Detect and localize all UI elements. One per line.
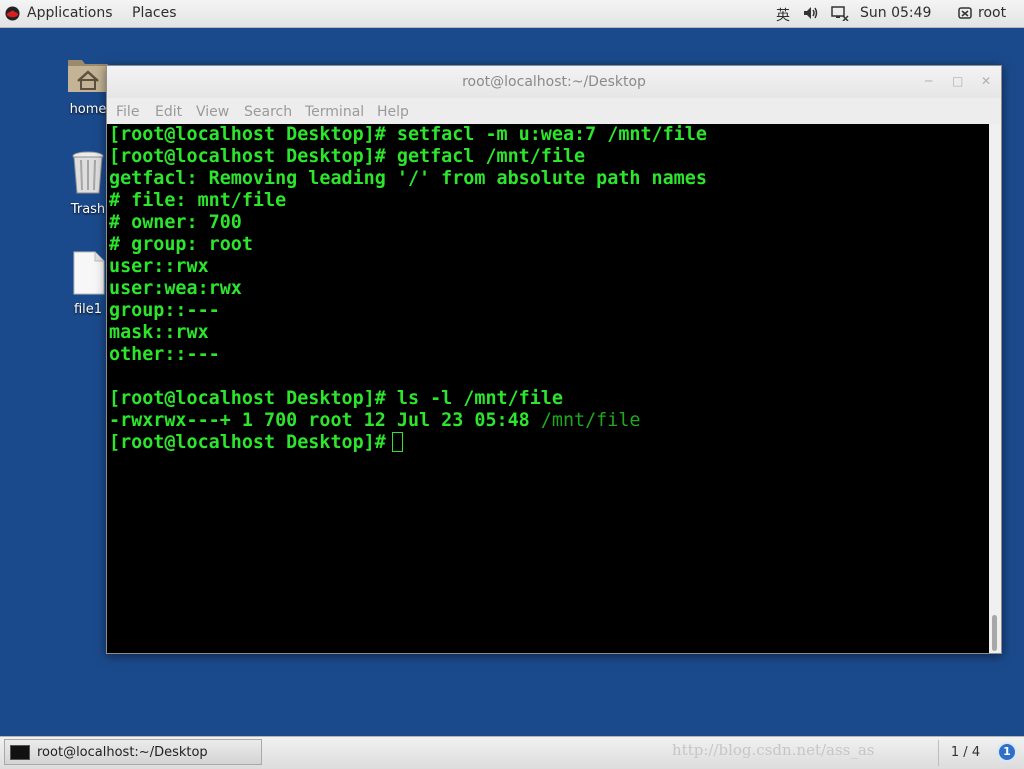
maximize-icon[interactable]: □ bbox=[952, 74, 963, 88]
terminal-line-ls: -rwxrwx---+ 1 700 root 12 Jul 23 05:48 /… bbox=[109, 410, 640, 432]
window-title: root@localhost:~/Desktop bbox=[462, 74, 646, 90]
terminal-line: [root@localhost Desktop]# setfacl -m u:w… bbox=[109, 124, 707, 145]
terminal-scrollbar[interactable] bbox=[989, 124, 1001, 653]
terminal-line: # group: root bbox=[109, 234, 253, 255]
minimize-icon[interactable]: ─ bbox=[925, 74, 932, 88]
top-panel: Applications Places 英 Sun 05:49 root bbox=[0, 0, 1024, 28]
menu-help[interactable]: Help bbox=[377, 104, 409, 120]
terminal-line: # owner: 700 bbox=[109, 212, 242, 233]
menu-view[interactable]: View bbox=[196, 104, 229, 120]
terminal-line: mask::rwx bbox=[109, 322, 209, 343]
watermark: http://blog.csdn.net/ass_as bbox=[672, 741, 875, 759]
terminal-window: root@localhost:~/Desktop ─ □ ✕ File Edit… bbox=[106, 65, 1002, 654]
workspace-switcher[interactable]: 1 / 4 bbox=[938, 740, 992, 766]
taskbar-window-label: root@localhost:~/Desktop bbox=[37, 745, 208, 760]
redhat-logo-icon bbox=[5, 6, 20, 21]
scrollbar-thumb[interactable] bbox=[992, 615, 997, 651]
clock[interactable]: Sun 05:49 bbox=[860, 5, 931, 21]
bottom-panel: root@localhost:~/Desktop http://blog.csd… bbox=[0, 736, 1024, 769]
terminal-prompt: [root@localhost Desktop]# bbox=[109, 432, 386, 453]
applications-menu[interactable]: Applications bbox=[27, 5, 113, 21]
terminal-line: user:wea:rwx bbox=[109, 278, 242, 299]
menu-search[interactable]: Search bbox=[244, 104, 292, 120]
terminal-line: [root@localhost Desktop]# ls -l /mnt/fil… bbox=[109, 388, 563, 409]
input-method-indicator[interactable]: 英 bbox=[776, 5, 790, 25]
menu-edit[interactable]: Edit bbox=[155, 104, 182, 120]
trash-icon bbox=[72, 151, 104, 194]
ls-line-path: /mnt/file bbox=[540, 410, 641, 431]
user-menu-icon[interactable] bbox=[958, 7, 972, 19]
close-icon[interactable]: ✕ bbox=[981, 74, 991, 88]
terminal-line: # file: mnt/file bbox=[109, 190, 287, 211]
network-icon[interactable] bbox=[831, 6, 849, 21]
menu-file[interactable]: File bbox=[116, 104, 139, 120]
menu-terminal[interactable]: Terminal bbox=[305, 104, 364, 120]
window-titlebar[interactable]: root@localhost:~/Desktop ─ □ ✕ bbox=[107, 66, 1001, 98]
home-folder-icon bbox=[68, 60, 108, 92]
terminal-line: [root@localhost Desktop]# getfacl /mnt/f… bbox=[109, 146, 586, 167]
places-menu[interactable]: Places bbox=[132, 5, 177, 21]
menubar: File Edit View Search Terminal Help bbox=[107, 98, 1001, 124]
taskbar-window-button[interactable]: root@localhost:~/Desktop bbox=[4, 739, 262, 765]
notification-count-badge[interactable]: 1 bbox=[997, 742, 1017, 762]
terminal-output[interactable]: [root@localhost Desktop]# setfacl -m u:w… bbox=[107, 124, 989, 653]
file-icon bbox=[73, 251, 105, 295]
terminal-line: user::rwx bbox=[109, 256, 209, 277]
text-cursor bbox=[391, 432, 403, 452]
volume-icon[interactable] bbox=[803, 6, 819, 20]
terminal-line: group::--- bbox=[109, 300, 220, 321]
terminal-icon bbox=[10, 745, 30, 760]
terminal-prompt-line: [root@localhost Desktop]# bbox=[109, 432, 403, 454]
terminal-line: other::--- bbox=[109, 344, 220, 365]
ls-line-text: -rwxrwx---+ 1 700 root 12 Jul 23 05:48 bbox=[109, 410, 541, 431]
terminal-line: getfacl: Removing leading '/' from absol… bbox=[109, 168, 707, 189]
user-menu[interactable]: root bbox=[978, 5, 1006, 21]
